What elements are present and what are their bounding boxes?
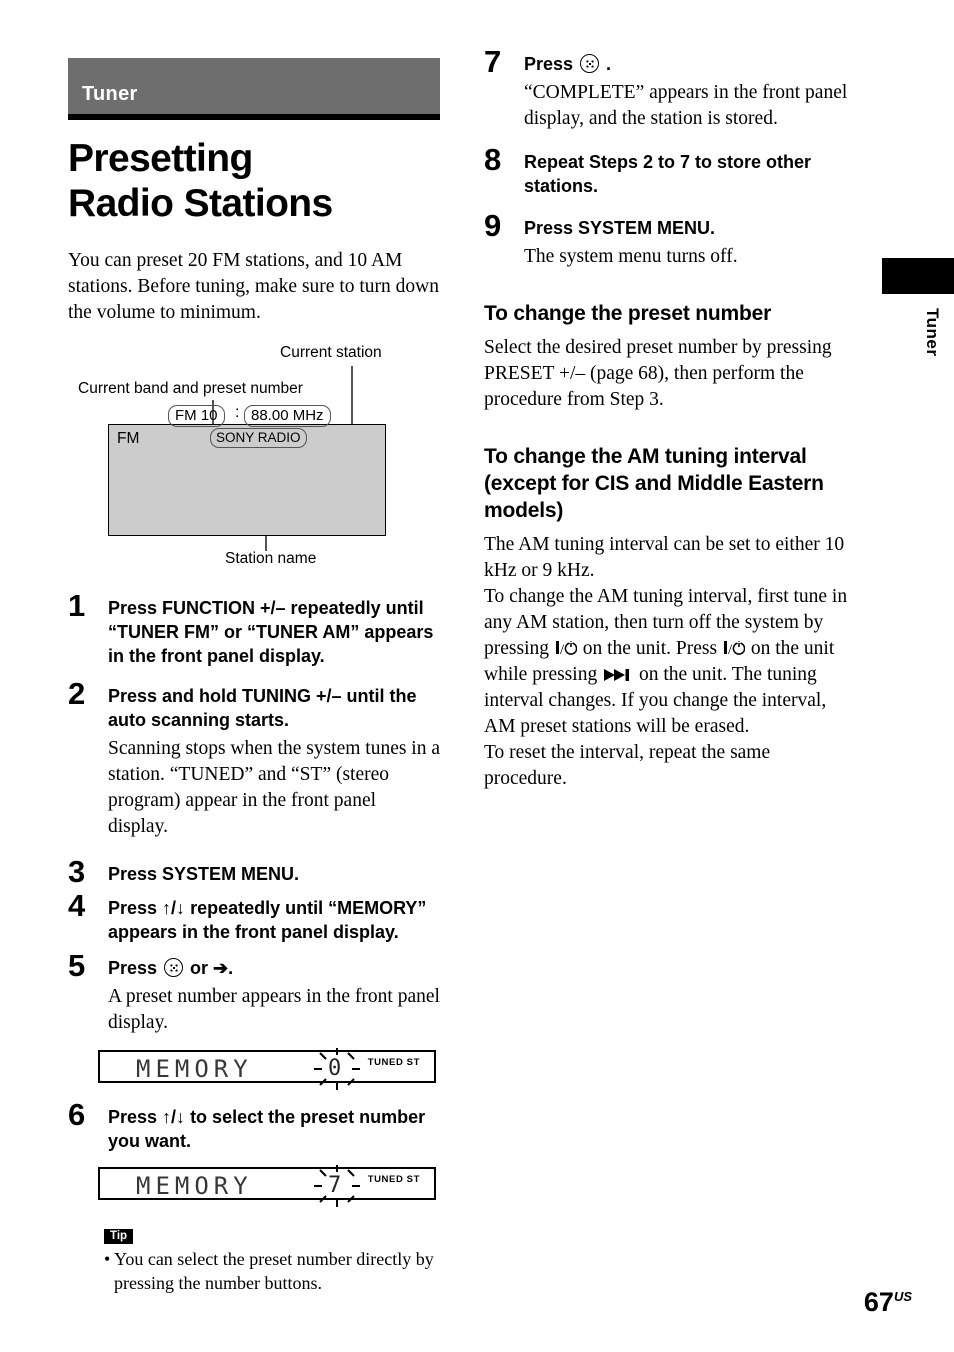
step-heading-pre: Press xyxy=(108,898,163,918)
lcd-indicators: TUNED ST xyxy=(367,1174,420,1185)
next-track-icon xyxy=(604,669,630,681)
step-heading-post: or ➔. xyxy=(185,958,234,978)
section-body-preset-number: Select the desired preset number by pres… xyxy=(484,337,832,410)
step-number: 4 xyxy=(68,888,86,923)
step-number: 5 xyxy=(68,948,86,983)
svg-text:/: / xyxy=(560,642,565,656)
folio-number: 67 xyxy=(863,1287,894,1317)
step-3: 3 Press SYSTEM MENU. xyxy=(68,854,440,889)
lcd-display-step6: MEMORY 7 TUNED ST xyxy=(98,1165,436,1207)
enter-button-icon xyxy=(164,958,184,977)
step-8: 8 Repeat Steps 2 to 7 to store other sta… xyxy=(484,142,856,198)
step-heading: Press and hold TUNING +/– until the auto… xyxy=(108,686,417,730)
callout-frequency: 88.00 MHz xyxy=(244,405,331,427)
step-description: “COMPLETE” appears in the front panel di… xyxy=(524,82,848,129)
power-standby-icon: / xyxy=(723,641,745,656)
step-description: The system menu turns off. xyxy=(524,246,738,267)
step-heading: Press or ➔. xyxy=(108,956,440,980)
step-number: 1 xyxy=(68,588,86,623)
lcd-preset-number: 7 xyxy=(328,1173,342,1198)
lcd-preset-number: 0 xyxy=(328,1056,342,1081)
up-down-arrow-icon: ↑/↓ xyxy=(162,1107,186,1127)
lcd-display-step5: MEMORY 0 TUNED ST xyxy=(98,1048,436,1090)
am-body-part-b: on the unit. Press xyxy=(577,638,722,659)
step-heading: Press . xyxy=(524,52,856,76)
section-body-am-interval-3: To reset the interval, repeat the same p… xyxy=(484,742,771,789)
step-heading-pre: Press xyxy=(108,958,163,978)
step-2: 2 Press and hold TUNING +/– until the au… xyxy=(68,676,441,840)
right-column: 7 Press . “COMPLETE” appears in the fron… xyxy=(484,0,856,792)
caption-station-name: Station name xyxy=(225,550,317,567)
step-9: 9 Press SYSTEM MENU. The system menu tur… xyxy=(484,208,856,270)
section-body-am-interval-1: The AM tuning interval can be set to eit… xyxy=(484,534,845,581)
step-7: 7 Press . “COMPLETE” appears in the fron… xyxy=(484,44,856,132)
step-heading: Press SYSTEM MENU. xyxy=(108,864,300,884)
step-number: 8 xyxy=(484,142,502,177)
document-page: Tuner Presetting Radio Stations You can … xyxy=(0,0,954,1352)
step-heading: Repeat Steps 2 to 7 to store other stati… xyxy=(524,152,812,196)
screen-band-indicator: FM xyxy=(117,430,140,447)
step-description: A preset number appears in the front pan… xyxy=(108,986,440,1033)
page-number: 67US xyxy=(864,1287,912,1318)
step-number: 2 xyxy=(68,676,86,711)
step-number: 9 xyxy=(484,208,502,243)
step-heading-pre: Press xyxy=(108,1107,163,1127)
step-heading: Press ↑/↓ repeatedly until “MEMORY” appe… xyxy=(108,896,440,944)
step-number: 6 xyxy=(68,1097,86,1132)
power-standby-icon: / xyxy=(555,641,577,656)
chapter-label: Tuner xyxy=(82,83,138,105)
tip-text: • You can select the preset number direc… xyxy=(104,1249,434,1293)
lcd-text: MEMORY xyxy=(136,1172,253,1200)
step-number: 3 xyxy=(68,854,86,889)
tip-badge: Tip xyxy=(104,1229,134,1244)
left-column: Tuner Presetting Radio Stations You can … xyxy=(68,0,440,1295)
step-1: 1 Press FUNCTION +/– repeatedly until “T… xyxy=(68,588,440,668)
step-heading: Press FUNCTION +/– repeatedly until “TUN… xyxy=(108,598,434,666)
caption-current-station: Current station xyxy=(280,344,382,361)
up-down-arrow-icon: ↑/↓ xyxy=(162,898,186,918)
step-description: Scanning stops when the system tunes in … xyxy=(108,738,441,837)
intro-paragraph: You can preset 20 FM stations, and 10 AM… xyxy=(68,250,439,323)
callout-band-preset: FM 10 xyxy=(168,405,225,427)
section-heading-am-interval: To change the AM tuning interval (except… xyxy=(484,445,824,522)
section-body-am-interval-2: To change the AM tuning interval, first … xyxy=(484,584,856,740)
enter-button-icon xyxy=(580,54,600,73)
thumb-tab-marker xyxy=(882,258,954,294)
tip-block: Tip • You can select the preset number d… xyxy=(104,1226,440,1295)
folio-region: US xyxy=(893,1289,912,1304)
front-panel-display-diagram: Current station Current band and preset … xyxy=(68,344,440,574)
step-4: 4 Press ↑/↓ repeatedly until “MEMORY” ap… xyxy=(68,888,440,944)
step-heading: Press SYSTEM MENU. xyxy=(524,218,716,238)
lcd-text: MEMORY xyxy=(136,1055,253,1083)
step-number: 7 xyxy=(484,44,502,79)
section-heading-preset-number: To change the preset number xyxy=(484,302,772,325)
step-heading: Press ↑/↓ to select the preset number yo… xyxy=(108,1105,440,1153)
callout-station-name: SONY RADIO xyxy=(210,428,307,448)
chapter-header-bar: Tuner xyxy=(68,58,440,120)
callout-separator: : xyxy=(235,404,240,421)
step-5: 5 Press or ➔. A preset number appears in… xyxy=(68,948,440,1036)
side-tab-label: Tuner xyxy=(923,308,942,357)
step-6: 6 Press ↑/↓ to select the preset number … xyxy=(68,1097,440,1153)
lcd-indicators: TUNED ST xyxy=(367,1057,420,1068)
page-title: Presetting Radio Stations xyxy=(68,137,333,225)
step-heading-post: . xyxy=(601,54,612,74)
step-heading-pre: Press xyxy=(524,54,579,74)
svg-text:/: / xyxy=(728,642,733,656)
caption-current-band: Current band and preset number xyxy=(78,380,303,397)
